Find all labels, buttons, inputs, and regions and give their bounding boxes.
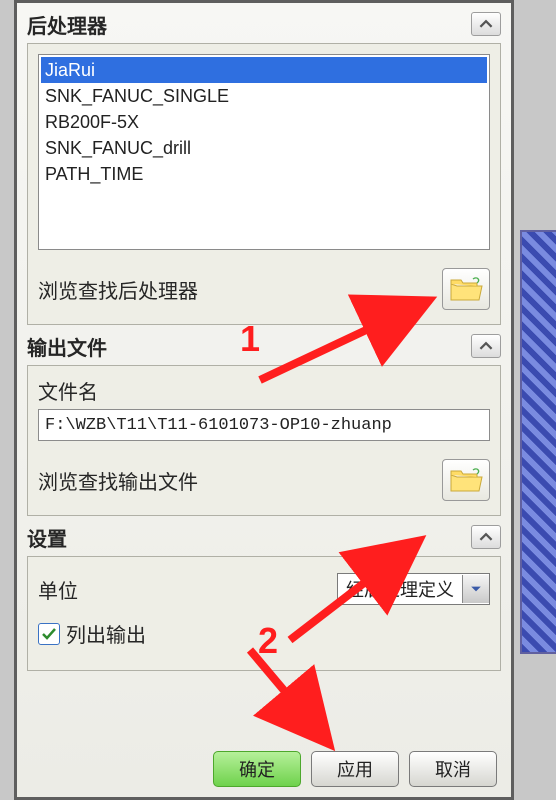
section-title-output: 输出文件: [27, 332, 107, 361]
unit-dropdown-value: 经后处理定义: [338, 576, 462, 602]
background-decoration: [520, 230, 556, 654]
section-header-settings: 设置: [27, 520, 501, 554]
section-title-settings: 设置: [27, 523, 67, 552]
check-icon: [41, 626, 57, 642]
chevron-up-icon: [479, 17, 493, 31]
cancel-button-label: 取消: [435, 756, 471, 782]
browse-output-button[interactable]: [442, 459, 490, 501]
collapse-button-postprocessor[interactable]: [471, 12, 501, 36]
unit-label: 单位: [38, 575, 78, 604]
section-title-postprocessor: 后处理器: [27, 10, 107, 39]
cancel-button[interactable]: 取消: [409, 751, 497, 787]
panel-settings: 单位 经后处理定义 列出输出: [27, 556, 501, 671]
chevron-down-icon: [470, 583, 482, 595]
postprocessor-list[interactable]: JiaRuiSNK_FANUC_SINGLERB200F-5XSNK_FANUC…: [38, 54, 490, 250]
folder-open-icon: [449, 467, 483, 493]
apply-button[interactable]: 应用: [311, 751, 399, 787]
apply-button-label: 应用: [337, 756, 373, 782]
unit-dropdown[interactable]: 经后处理定义: [337, 573, 490, 605]
postprocessor-item[interactable]: SNK_FANUC_SINGLE: [41, 83, 487, 109]
file-name-label: 文件名: [38, 376, 490, 405]
postprocessor-item[interactable]: RB200F-5X: [41, 109, 487, 135]
chevron-up-icon: [479, 339, 493, 353]
chevron-up-icon: [479, 530, 493, 544]
dialog-button-bar: 确定 应用 取消: [213, 751, 497, 787]
ok-button-label: 确定: [239, 756, 275, 782]
postprocessor-item[interactable]: JiaRui: [41, 57, 487, 83]
folder-open-icon: [449, 276, 483, 302]
dropdown-toggle[interactable]: [462, 575, 489, 603]
section-header-output: 输出文件: [27, 329, 501, 363]
list-output-checkbox[interactable]: [38, 623, 60, 645]
ok-button[interactable]: 确定: [213, 751, 301, 787]
collapse-button-settings[interactable]: [471, 525, 501, 549]
browse-postprocessor-label: 浏览查找后处理器: [38, 275, 198, 304]
list-output-label: 列出输出: [66, 619, 146, 648]
section-header-postprocessor: 后处理器: [27, 7, 501, 41]
panel-postprocessor: JiaRuiSNK_FANUC_SINGLERB200F-5XSNK_FANUC…: [27, 43, 501, 325]
browse-output-label: 浏览查找输出文件: [38, 466, 198, 495]
collapse-button-output[interactable]: [471, 334, 501, 358]
browse-postprocessor-button[interactable]: [442, 268, 490, 310]
file-name-input[interactable]: [38, 409, 490, 441]
postprocess-dialog: 后处理器 JiaRuiSNK_FANUC_SINGLERB200F-5XSNK_…: [14, 0, 514, 800]
postprocessor-item[interactable]: SNK_FANUC_drill: [41, 135, 487, 161]
postprocessor-item[interactable]: PATH_TIME: [41, 161, 487, 187]
panel-output: 文件名 浏览查找输出文件: [27, 365, 501, 516]
